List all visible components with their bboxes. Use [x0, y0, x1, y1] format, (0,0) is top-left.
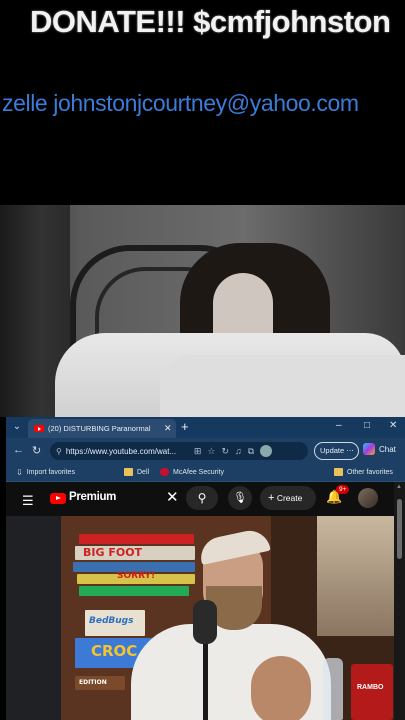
youtube-header: ☰ Premium ✕ ⚲ 🎙 + Create 🔔 9+ — [6, 482, 394, 516]
folder-icon — [334, 468, 343, 476]
video-can — [351, 664, 393, 720]
video-croc-label: CROC — [91, 642, 138, 660]
bookmarks-bar: ⇩ Import favorites Dell McAfee Security … — [6, 464, 405, 482]
video-player[interactable]: BIG FOOT SORRY! BedBugs CROC EDITION RAM… — [61, 516, 394, 720]
notification-badge: 9+ — [336, 485, 350, 494]
video-can-label: RAMBO — [357, 684, 384, 691]
youtube-premium-label[interactable]: Premium — [69, 491, 116, 503]
video-water-bottle — [323, 658, 343, 720]
folder-icon — [124, 468, 133, 476]
favorite-star-icon[interactable]: ☆ — [207, 446, 215, 457]
url-text[interactable]: https://www.youtube.com/wat... — [66, 447, 188, 456]
profile-avatar-icon[interactable] — [260, 445, 273, 457]
new-tab-icon[interactable]: + — [181, 419, 189, 434]
plus-icon: + — [268, 492, 275, 504]
bookmark-label: Other favorites — [347, 468, 393, 476]
tab-youtube[interactable]: (20) DISTURBING Paranormal ✕ — [28, 419, 176, 438]
video-bedbugs-label: BedBugs — [89, 616, 134, 626]
update-label: Update — [320, 446, 345, 455]
video-book — [79, 534, 194, 544]
bookmark-label: Import favorites — [26, 469, 75, 476]
tab-list-chevron-icon[interactable]: ⌄ — [10, 420, 24, 434]
tab-title: (20) DISTURBING Paranormal — [48, 424, 151, 433]
microphone-icon[interactable]: 🎙 — [228, 486, 252, 510]
copilot-icon — [363, 443, 375, 455]
refresh-page-icon[interactable]: ↻ — [221, 446, 229, 457]
donate-banner: DONATE!!! $cmfjohnston — [30, 4, 391, 39]
youtube-icon — [34, 425, 44, 432]
refresh-icon[interactable]: ↻ — [32, 444, 41, 457]
video-book — [79, 586, 189, 596]
browser-window: ⌄ (20) DISTURBING Paranormal ✕ + – □ ✕ ←… — [6, 417, 405, 720]
scroll-up-arrow-icon[interactable]: ▲ — [396, 484, 402, 490]
chat-label: Chat — [379, 444, 396, 454]
webcam-feed — [0, 205, 405, 417]
create-button[interactable]: + Create — [260, 486, 316, 510]
video-person-arm — [251, 656, 311, 720]
account-avatar[interactable] — [358, 488, 378, 508]
video-bigfoot-label: BIG FOOT — [83, 546, 143, 559]
create-label: Create — [276, 493, 303, 503]
video-mic-stand — [203, 636, 208, 720]
video-edition-label: EDITION — [79, 679, 107, 686]
copilot-chat-button[interactable]: Chat — [363, 443, 396, 455]
site-info-icon[interactable]: ⚲ — [56, 447, 62, 456]
video-sorry-label: SORRY! — [117, 571, 156, 581]
zelle-banner: zelle johnstonjcourtney@yahoo.com — [2, 90, 359, 116]
back-arrow-icon[interactable]: ← — [13, 444, 24, 456]
webcam-blanket-fold — [160, 355, 405, 417]
search-icon[interactable]: ⚲ — [186, 486, 218, 510]
minimize-button[interactable]: – — [336, 420, 342, 431]
import-icon: ⇩ — [16, 468, 23, 477]
collections-icon[interactable]: ⧉ — [248, 446, 254, 457]
menu-icon[interactable]: ☰ — [22, 493, 34, 509]
mcafee-icon — [160, 468, 169, 476]
address-bar[interactable]: ⚲ https://www.youtube.com/wat... ⊞ ☆ ↻ ♫… — [50, 442, 308, 460]
video-poster — [317, 516, 394, 636]
split-screen-icon[interactable]: ⊞ — [194, 446, 202, 457]
bookmark-import[interactable]: ⇩ Import favorites — [16, 468, 75, 477]
maximize-button[interactable]: □ — [364, 420, 370, 431]
close-window-button[interactable]: ✕ — [389, 420, 397, 431]
bookmark-other-favorites[interactable]: Other favorites — [334, 468, 393, 476]
bookmark-label: McAfee Security — [173, 468, 224, 476]
scrollbar-thumb[interactable] — [397, 499, 402, 559]
bookmark-mcafee[interactable]: McAfee Security — [160, 468, 224, 476]
bookmark-dell[interactable]: Dell — [124, 468, 149, 476]
clear-search-icon[interactable]: ✕ — [166, 488, 179, 506]
bookmark-label: Dell — [137, 468, 150, 476]
tab-close-icon[interactable]: ✕ — [164, 423, 172, 434]
video-microphone — [193, 600, 217, 644]
tab-bar: ⌄ (20) DISTURBING Paranormal ✕ + – □ ✕ — [6, 417, 405, 438]
update-button[interactable]: Update ⋯ — [314, 442, 359, 460]
youtube-logo-icon[interactable] — [50, 493, 66, 504]
favorites-icon[interactable]: ♫ — [235, 446, 242, 456]
navigation-bar: ← ↻ ⚲ https://www.youtube.com/wat... ⊞ ☆… — [6, 438, 405, 464]
